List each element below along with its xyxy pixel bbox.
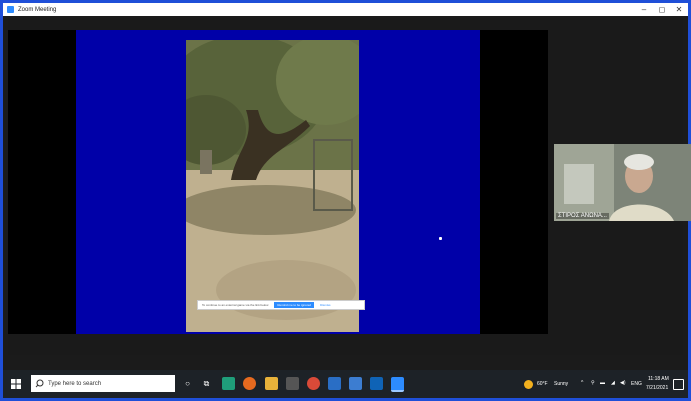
notice-primary-button[interactable]: Remind me to be ignored (274, 302, 315, 308)
search-icon (35, 379, 44, 388)
task-view-icon[interactable]: ⧉ (200, 377, 213, 390)
cortana-icon[interactable]: ○ (181, 377, 194, 390)
file-explorer-icon[interactable] (265, 377, 278, 390)
weather-text: Sunny (554, 381, 569, 387)
notice-text: To continue to an external game via the … (202, 303, 269, 307)
zoom-app-icon (7, 6, 14, 13)
store-icon[interactable] (286, 377, 299, 390)
windows-taskbar: Type here to search ○ ⧉ 60°F Sunny ^ ⚲ ▬… (3, 370, 688, 398)
olive-tree-photo (186, 40, 359, 332)
tray-battery-icon[interactable]: ▬ (600, 380, 605, 386)
share-notice-bar: To continue to an external game via the … (197, 300, 365, 310)
office-icon[interactable] (349, 377, 362, 390)
tray-chevron-icon[interactable]: ^ (581, 380, 583, 386)
windows-start-icon[interactable] (11, 379, 21, 389)
weather-sun-icon[interactable] (524, 380, 533, 389)
clock-time[interactable]: 11:18 AM (648, 376, 669, 382)
edge-icon[interactable] (222, 377, 235, 390)
notifications-icon[interactable] (673, 379, 684, 390)
zoom-icon[interactable] (391, 377, 404, 392)
maximize-button[interactable]: ◻ (653, 3, 671, 16)
chrome-icon[interactable] (307, 377, 320, 390)
shared-photo (186, 40, 359, 332)
participant-avatar (554, 144, 691, 221)
participant-name: ΣΤΙΡΟΣ ΑΝΩΝΑ... (556, 213, 609, 219)
clock-date[interactable]: 7/21/2021 (646, 385, 668, 391)
outlook-icon[interactable] (370, 377, 383, 390)
close-button[interactable]: ✕ (670, 3, 688, 16)
window-title: Zoom Meeting (18, 6, 57, 13)
taskbar-search-box[interactable]: Type here to search (31, 375, 175, 392)
participant-video[interactable]: ΣΤΙΡΟΣ ΑΝΩΝΑ... (554, 144, 691, 221)
zoom-window: Zoom Meeting – ◻ ✕ To continue to an ext… (0, 0, 691, 401)
minimize-button[interactable]: – (635, 3, 653, 16)
title-bar: Zoom Meeting – ◻ ✕ (3, 3, 688, 16)
firefox-icon[interactable] (243, 377, 256, 390)
search-placeholder: Type here to search (48, 380, 102, 387)
tray-wifi-icon[interactable]: ◢ (611, 380, 615, 386)
tray-volume-icon[interactable]: ◀) (620, 380, 626, 386)
weather-temp: 60°F (537, 381, 548, 387)
tray-network-icon[interactable]: ⚲ (591, 380, 595, 386)
notice-dismiss-button[interactable]: Dismiss (320, 303, 331, 307)
mouse-cursor (439, 237, 442, 240)
mail-icon[interactable] (328, 377, 341, 390)
tray-language[interactable]: ENG (631, 381, 642, 387)
